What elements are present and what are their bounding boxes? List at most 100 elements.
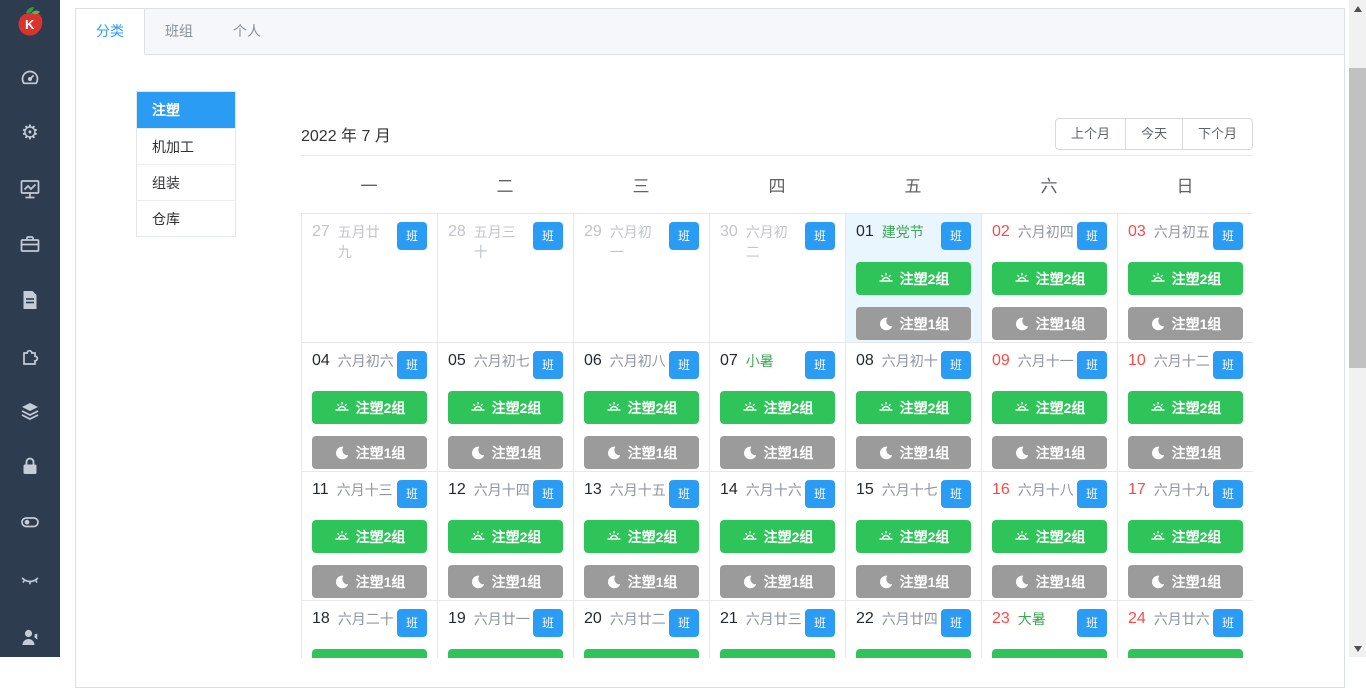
calendar-day-cell[interactable]: 30 六月初二班 (710, 214, 846, 343)
night-shift-button[interactable]: 注塑1组 (312, 436, 427, 469)
calendar-day-cell[interactable]: 24六月廿六班注塑2组注塑1组 (1118, 601, 1253, 658)
tab-category[interactable]: 分类 (76, 9, 145, 55)
day-shift-button[interactable]: 注塑2组 (856, 520, 971, 553)
dashboard-icon[interactable] (18, 66, 42, 90)
puzzle-icon[interactable] (18, 343, 42, 367)
calendar-day-cell[interactable]: 18六月二十班注塑2组注塑1组 (302, 601, 438, 658)
calendar-day-cell[interactable]: 12 六月十四班注塑2组 注塑1组 (438, 472, 574, 601)
toggle-icon[interactable] (18, 510, 42, 534)
calendar-day-cell[interactable]: 22六月廿四班注塑2组注塑1组 (846, 601, 982, 658)
night-shift-button[interactable]: 注塑1组 (1128, 307, 1243, 340)
day-shift-button[interactable]: 注塑2组 (448, 520, 563, 553)
calendar-day-cell[interactable]: 09 六月十一班注塑2组 注塑1组 (982, 343, 1118, 472)
category-item-injection[interactable]: 注塑 (137, 92, 235, 128)
day-shift-button[interactable]: 注塑2组 (992, 391, 1107, 424)
month-nav-group: 上个月 今天 下个月 (1054, 118, 1253, 150)
day-shift-button[interactable]: 注塑2组 (992, 520, 1107, 553)
lunar-date-label: 六月初四 (1017, 224, 1074, 240)
tab-personal[interactable]: 个人 (213, 9, 281, 54)
night-shift-button[interactable]: 注塑1组 (856, 436, 971, 469)
day-shift-button[interactable]: 注塑2组 (312, 391, 427, 424)
day-shift-button[interactable]: 注塑2组 (584, 520, 699, 553)
calendar-day-cell[interactable]: 04 六月初六班注塑2组 注塑1组 (302, 343, 438, 472)
day-shift-button[interactable]: 注塑2组 (1128, 520, 1243, 553)
day-shift-button[interactable]: 注塑2组 (584, 391, 699, 424)
calendar-day-cell[interactable]: 21六月廿三班注塑2组注塑1组 (710, 601, 846, 658)
calendar-day-cell[interactable]: 11 六月十三班注塑2组 注塑1组 (302, 472, 438, 601)
layers-icon[interactable] (18, 399, 42, 423)
night-shift-button[interactable]: 注塑1组 (856, 565, 971, 598)
night-shift-button[interactable]: 注塑1组 (312, 565, 427, 598)
day-shift-button[interactable]: 注塑2组 (720, 520, 835, 553)
day-shift-button[interactable]: 注塑2组 (1128, 391, 1243, 424)
day-shift-label: 注塑2组 (1035, 528, 1086, 545)
day-shift-button[interactable]: 注塑2组 (720, 391, 835, 424)
calendar-toolbar: 2022 年 7 月 上个月 今天 下个月 (301, 113, 1253, 156)
lunar-date-label: 六月十五 (609, 482, 666, 498)
calendar-day-cell[interactable]: 14 六月十六班注塑2组 注塑1组 (710, 472, 846, 601)
calendar-day-cell[interactable]: 17 六月十九班注塑2组 注塑1组 (1118, 472, 1253, 601)
lock-icon[interactable] (18, 454, 42, 478)
day-cell-header: 21 六月廿三班 (720, 609, 835, 637)
next-month-button[interactable]: 下个月 (1181, 118, 1253, 150)
scroll-down-arrow-icon[interactable] (1349, 640, 1366, 657)
night-shift-button[interactable]: 注塑1组 (992, 307, 1107, 340)
calendar-day-cell[interactable]: 07 小暑 班注塑2组 注塑1组 (710, 343, 846, 472)
night-shift-button[interactable]: 注塑1组 (448, 436, 563, 469)
users-icon[interactable] (18, 625, 42, 649)
day-shift-button[interactable]: 注塑2组 (312, 520, 427, 553)
tab-team[interactable]: 班组 (145, 9, 213, 54)
vertical-scrollbar[interactable] (1349, 0, 1366, 657)
calendar-day-cell[interactable]: 16 六月十八班注塑2组 注塑1组 (982, 472, 1118, 601)
day-cell-header: 10 六月十二班 (1128, 351, 1243, 379)
calendar-day-cell[interactable]: 28 五月三十班 (438, 214, 574, 343)
calendar-day-cell[interactable]: 29 六月初一班 (574, 214, 710, 343)
night-shift-button[interactable]: 注塑1组 (720, 436, 835, 469)
night-shift-button[interactable]: 注塑1组 (1128, 565, 1243, 598)
prev-month-button[interactable]: 上个月 (1054, 118, 1126, 150)
calendar-day-cell[interactable]: 19六月廿一班注塑2组注塑1组 (438, 601, 574, 658)
calendar-day-cell[interactable]: 23大暑班注塑2组注塑1组 (982, 601, 1118, 658)
day-shift-button[interactable]: 注塑2组 (448, 391, 563, 424)
night-shift-button[interactable]: 注塑1组 (584, 436, 699, 469)
calendar-day-cell[interactable]: 01 建党节班注塑2组 注塑1组 (846, 214, 982, 343)
calendar-day-cell[interactable]: 27 五月廿九班 (302, 214, 438, 343)
calendar-day-cell[interactable]: 15 六月十七班注塑2组 注塑1组 (846, 472, 982, 601)
scroll-up-arrow-icon[interactable] (1349, 0, 1366, 17)
document-icon[interactable] (18, 288, 42, 312)
calendar-day-cell[interactable]: 06 六月初八班注塑2组注塑1组 (574, 343, 710, 472)
night-shift-button[interactable]: 注塑1组 (992, 436, 1107, 469)
night-shift-button[interactable]: 注塑1组 (720, 565, 835, 598)
night-shift-button[interactable]: 注塑1组 (1128, 436, 1243, 469)
calendar-day-cell[interactable]: 10 六月十二班注塑2组注塑1组 (1118, 343, 1253, 472)
monitor-chart-icon[interactable] (18, 177, 42, 201)
night-shift-button[interactable]: 注塑1组 (992, 565, 1107, 598)
day-shift-button[interactable]: 注塑2组 (856, 262, 971, 295)
calendar-day-cell[interactable]: 03 六月初五班注塑2组 注塑1组 (1118, 214, 1253, 343)
today-button[interactable]: 今天 (1124, 118, 1183, 150)
day-shift-button[interactable]: 注塑2组 (992, 262, 1107, 295)
toolbox-icon[interactable] (18, 232, 42, 256)
lunar-date-label: 六月初七 (473, 353, 530, 369)
workday-badge: 班 (804, 351, 835, 379)
calendar-day-cell[interactable]: 13 六月十五班注塑2组 注塑1组 (574, 472, 710, 601)
day-cell-header: 06 六月初八班 (584, 351, 699, 379)
day-shift-button[interactable]: 注塑2组 (856, 391, 971, 424)
gear-icon[interactable]: ⚙ (18, 121, 42, 145)
night-shift-button[interactable]: 注塑1组 (856, 307, 971, 340)
scrollbar-thumb[interactable] (1349, 68, 1366, 368)
day-shift-label: 注塑2组 (355, 528, 406, 545)
category-item-assembly[interactable]: 组装 (137, 164, 235, 200)
night-shift-button[interactable]: 注塑1组 (584, 565, 699, 598)
eye-closed-icon[interactable] (18, 568, 42, 592)
calendar-day-cell[interactable]: 05 六月初七班注塑2组 注塑1组 (438, 343, 574, 472)
night-shift-button[interactable]: 注塑1组 (448, 565, 563, 598)
category-item-machining[interactable]: 机加工 (137, 128, 235, 164)
day-number: 10 (1128, 352, 1146, 369)
calendar-day-cell[interactable]: 08 六月初十班注塑2组 注塑1组 (846, 343, 982, 472)
calendar-day-cell[interactable]: 02 六月初四班注塑2组 注塑1组 (982, 214, 1118, 343)
strawberry-logo-icon[interactable]: K (13, 5, 47, 43)
day-shift-button[interactable]: 注塑2组 (1128, 262, 1243, 295)
calendar-day-cell[interactable]: 20六月廿二班注塑2组注塑1组 (574, 601, 710, 658)
category-item-warehouse[interactable]: 仓库 (137, 200, 235, 236)
